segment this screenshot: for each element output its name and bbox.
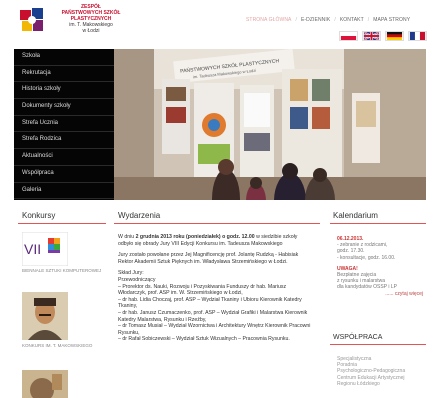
french-flag-icon[interactable]	[408, 31, 427, 41]
nav-separator: /	[295, 17, 297, 23]
biennale-thumbnail[interactable]: VII	[22, 232, 68, 266]
calendar-entry: 06.12.2013. - zebranie z rodzicami, godz…	[337, 236, 423, 297]
makowski-caption[interactable]: KONKURS IM. T. MAKOWSKIEGO	[22, 343, 102, 349]
menu-item-dokumenty[interactable]: Dokumenty szkoły	[14, 99, 114, 116]
menu-item-strefa-rodzica[interactable]: Strefa Rodzica	[14, 132, 114, 150]
polish-flag-icon[interactable]	[339, 31, 358, 41]
article-text: W dniu	[118, 234, 136, 240]
nav-separator: /	[367, 17, 370, 23]
event-article: W dniu 2 grudnia 2013 roku (poniedziałek…	[118, 234, 314, 348]
article-date-highlight: 2 grudnia 2013 roku (poniedziałek) o god…	[135, 234, 255, 240]
nav-separator: /	[334, 17, 336, 23]
read-more-link[interactable]: ...... czytaj więcej	[337, 291, 423, 297]
wydarzenia-heading: Wydarzenia	[118, 211, 161, 220]
makowski-portrait-thumbnail[interactable]	[22, 292, 68, 340]
contest-thumbnail[interactable]	[22, 370, 68, 398]
wydarzenia-divider	[114, 223, 320, 224]
menu-item-historia[interactable]: Historia szkoły	[14, 82, 114, 100]
menu-item-wspolpraca[interactable]: Współpraca	[14, 166, 114, 183]
exhibition-booth-photo: PAŃSTWOWYCH SZKÓŁ PLASTYCZNYCH im. Tadeu…	[114, 49, 426, 200]
jury-line: Skład Jury:	[118, 270, 144, 277]
kalendarium-divider	[330, 223, 426, 224]
jury-line: – dr hab. Lidia Choczaj, prof. ASP – Wyd…	[118, 296, 302, 310]
school-name[interactable]: ZESPÓŁ PAŃSTWOWYCH SZKÓŁ PLASTYCZNYCH im…	[50, 4, 132, 34]
menu-item-aktualnosci[interactable]: Aktualności	[14, 149, 114, 166]
menu-item-rekrutacja[interactable]: Rekrutacja	[14, 66, 114, 83]
site-header: ZESPÓŁ PAŃSTWOWYCH SZKÓŁ PLASTYCZNYCH im…	[0, 0, 440, 50]
wspolpraca-heading: WSPÓŁPRACA	[333, 334, 383, 341]
hero-photo: PAŃSTWOWYCH SZKÓŁ PLASTYCZNYCH im. Tadeu…	[114, 49, 426, 200]
article-paragraph-1: W dniu 2 grudnia 2013 roku (poniedziałek…	[118, 234, 314, 247]
uk-flag-icon[interactable]	[362, 31, 381, 41]
article-paragraph-3: Skład Jury: Przewodniczący – Prorektor d…	[118, 270, 314, 343]
nav-home-link[interactable]: STRONA GŁÓWNA	[246, 17, 291, 23]
nav-contact-link[interactable]: KONTAKT	[340, 17, 364, 23]
article-paragraph-2: Jury zostało powołane przez Jej Magnific…	[118, 252, 299, 265]
jury-line: – dr Rafał Sobiczewski – Wydział Sztuk W…	[118, 336, 290, 343]
menu-item-szkola[interactable]: Szkoła	[14, 49, 114, 66]
konkursy-heading: Konkursy	[22, 211, 56, 220]
main-menu: Szkoła Rekrutacja Historia szkoły Dokume…	[14, 49, 114, 200]
german-flag-icon[interactable]	[385, 31, 404, 41]
language-flags	[339, 31, 427, 41]
biennale-caption[interactable]: BIENNALE SZTUKI KOMPUTEROWEJ	[22, 268, 102, 274]
nav-ediary-link[interactable]: E-DZIENNIK	[301, 17, 330, 23]
menu-item-galeria[interactable]: Galeria	[14, 183, 114, 200]
wspolpraca-divider	[330, 344, 426, 345]
jury-line: Przewodniczący	[118, 276, 156, 283]
konkursy-divider	[18, 223, 106, 224]
school-name-line5: w Łodzi	[82, 28, 100, 34]
school-logo-icon[interactable]	[18, 6, 46, 34]
kalendarium-heading: Kalendarium	[333, 211, 378, 220]
jury-line: – dr Tomasz Musiał – Wydział Wzornictwa …	[118, 323, 311, 336]
menu-item-strefa-ucznia[interactable]: Strefa Ucznia	[14, 116, 114, 133]
top-nav: STRONA GŁÓWNA / E-DZIENNIK / KONTAKT / M…	[246, 17, 410, 23]
jury-line: – Prorektor ds. Nauki, Rozwoju i Pozyski…	[118, 283, 287, 297]
nav-sitemap-link[interactable]: MAPA STRONY	[373, 17, 410, 23]
partner-link[interactable]: Regionu Łódzkiego	[337, 381, 423, 387]
biennale-badge: VII	[24, 241, 41, 257]
partners-list: Specjalistyczna Poradnia Psychologiczno-…	[337, 356, 423, 387]
calendar-line: - konsultacje, godz. 16.00.	[337, 254, 396, 261]
jury-line: – dr hab. Janusz Czumaczenko, prof. ASP …	[118, 309, 308, 323]
